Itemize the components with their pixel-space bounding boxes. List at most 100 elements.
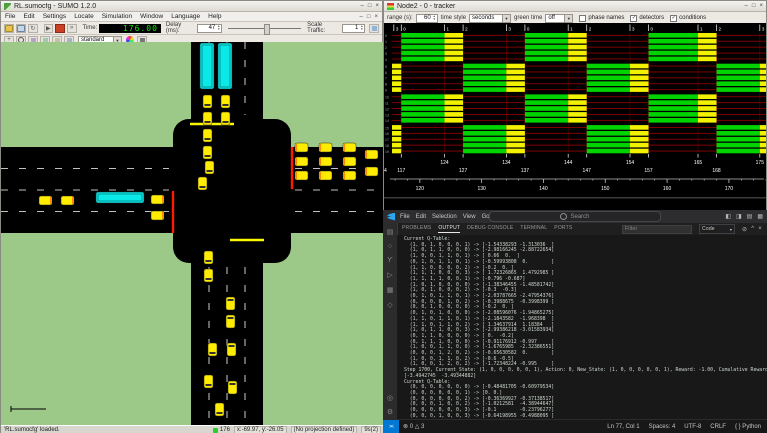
menu-locate[interactable]: Locate: [74, 13, 94, 20]
checkbox-conditions[interactable]: ✓conditions: [670, 15, 706, 22]
vehicle-car[interactable]: [319, 143, 332, 152]
menu-file[interactable]: File: [5, 13, 15, 20]
stop-button[interactable]: [55, 24, 65, 33]
range-spinner[interactable]: 60 ▲▼: [416, 14, 438, 23]
tracker-close-button[interactable]: ×: [759, 3, 763, 9]
status-python[interactable]: { } Python: [735, 424, 761, 430]
vehicle-car[interactable]: [204, 269, 213, 282]
mdi-close-button[interactable]: ×: [374, 14, 378, 20]
close-panel-icon[interactable]: ×: [758, 226, 762, 233]
open-network-button[interactable]: [16, 24, 26, 33]
menu-settings[interactable]: Settings: [43, 13, 67, 20]
step-button[interactable]: »: [67, 24, 77, 33]
run-button[interactable]: ▶: [44, 24, 54, 33]
menu-window[interactable]: Window: [140, 13, 163, 20]
vehicle-car[interactable]: [151, 195, 164, 204]
layout-toggle-icon-0[interactable]: ◧: [725, 213, 731, 220]
close-button[interactable]: ×: [375, 3, 379, 9]
vehicle-car[interactable]: [61, 196, 74, 205]
vehicle-bus[interactable]: [96, 192, 144, 203]
clear-output-icon[interactable]: ⊘: [742, 226, 747, 233]
menu-selection[interactable]: Selection: [432, 214, 457, 220]
layout-toggle-icon-1[interactable]: ◨: [736, 213, 742, 220]
menu-edit[interactable]: Edit: [23, 13, 34, 20]
vehicle-car[interactable]: [221, 95, 230, 108]
vehicle-car[interactable]: [39, 196, 52, 205]
search-icon[interactable]: ○: [388, 243, 392, 250]
output-console[interactable]: Current Q-Table: (1, 0, 1, 0, 0, 0, 1) -…: [397, 235, 767, 420]
vehicle-bus[interactable]: [200, 43, 214, 89]
vehicle-car[interactable]: [221, 112, 230, 125]
output-filter-input[interactable]: Filter: [622, 225, 692, 234]
vehicle-car[interactable]: [203, 146, 212, 159]
maximize-panel-icon[interactable]: ^: [751, 226, 754, 233]
vehicle-car[interactable]: [205, 161, 214, 174]
menu-view[interactable]: View: [463, 214, 476, 220]
vehicle-car[interactable]: [343, 143, 356, 152]
vehicle-car[interactable]: [198, 177, 207, 190]
delay-spinner[interactable]: 47 ▲▼: [197, 24, 222, 33]
maximize-button[interactable]: □: [368, 3, 372, 9]
vehicle-car[interactable]: [343, 157, 356, 166]
checkbox-box-phase-names[interactable]: [579, 15, 586, 22]
minimize-button[interactable]: –: [361, 3, 364, 9]
vehicle-car[interactable]: [151, 211, 164, 220]
tracker-maximize-button[interactable]: □: [752, 3, 756, 9]
command-center-search[interactable]: Search: [489, 211, 661, 222]
extensions-icon[interactable]: ▦: [387, 286, 394, 294]
menu-file[interactable]: File: [400, 214, 410, 220]
checkbox-phase-names[interactable]: phase names: [579, 15, 624, 22]
checkbox-box-conditions[interactable]: ✓: [670, 15, 677, 22]
phase-tracker-plot[interactable]: 3012301230123012345678910111213141516171…: [384, 23, 766, 210]
vehicle-car[interactable]: [203, 112, 212, 125]
explorer-icon[interactable]: ▤: [387, 228, 394, 236]
status-ln-77-col-1[interactable]: Ln 77, Col 1: [607, 424, 639, 430]
reload-button[interactable]: ↻: [28, 24, 38, 33]
layout-toggle-icon-2[interactable]: ▤: [747, 213, 753, 220]
vehicle-car[interactable]: [295, 143, 308, 152]
mdi-restore-button[interactable]: □: [367, 14, 371, 20]
layout-toggle-icon-3[interactable]: ▦: [757, 213, 763, 220]
menu-language[interactable]: Language: [171, 13, 200, 20]
status-utf-8[interactable]: UTF-8: [684, 424, 701, 430]
green-time-select[interactable]: off▼: [545, 14, 573, 23]
vehicle-car[interactable]: [319, 171, 332, 180]
remote-indicator[interactable]: ><: [383, 420, 399, 433]
vehicle-car[interactable]: [203, 95, 212, 108]
run-debug-icon[interactable]: ▷: [387, 271, 392, 279]
menu-help[interactable]: Help: [208, 13, 221, 20]
status-spaces[interactable]: Spaces: 4: [649, 424, 676, 430]
vehicle-car[interactable]: [365, 150, 378, 159]
checkbox-box-detectors[interactable]: ✓: [630, 15, 637, 22]
vehicle-car[interactable]: [208, 343, 217, 356]
problems-status[interactable]: ⊗ 0 △ 3: [399, 423, 428, 430]
vehicle-car[interactable]: [203, 129, 212, 142]
vehicle-car[interactable]: [227, 343, 236, 356]
vehicle-car[interactable]: [228, 381, 237, 394]
mdi-minimize-button[interactable]: –: [360, 14, 363, 20]
junction-area[interactable]: [173, 119, 291, 263]
vehicle-car[interactable]: [295, 171, 308, 180]
simulation-view[interactable]: [1, 42, 384, 425]
checkbox-detectors[interactable]: ✓detectors: [630, 15, 664, 22]
tab-problems[interactable]: PROBLEMS: [402, 225, 431, 233]
vehicle-car[interactable]: [343, 171, 356, 180]
source-control-icon[interactable]: ϒ: [387, 257, 392, 264]
output-channel-select[interactable]: Code▾: [699, 224, 735, 234]
vehicle-bus[interactable]: [218, 43, 232, 89]
open-config-button[interactable]: [4, 24, 14, 33]
tab-ports[interactable]: PORTS: [554, 225, 572, 233]
vehicle-car[interactable]: [215, 403, 224, 416]
vehicle-car[interactable]: [226, 315, 235, 328]
time-style-select[interactable]: seconds▼: [469, 14, 511, 23]
vehicle-car[interactable]: [295, 157, 308, 166]
edit-mode-button[interactable]: [369, 24, 379, 33]
delay-slider[interactable]: [228, 28, 301, 29]
status-crlf[interactable]: CRLF: [710, 424, 726, 430]
vehicle-car[interactable]: [365, 167, 378, 176]
testing-icon[interactable]: ◇: [387, 301, 392, 309]
scale-traffic-spinner[interactable]: 1 ▲▼: [342, 24, 365, 33]
vehicle-car[interactable]: [204, 375, 213, 388]
vehicle-car[interactable]: [319, 157, 332, 166]
tracker-minimize-button[interactable]: –: [745, 3, 748, 9]
